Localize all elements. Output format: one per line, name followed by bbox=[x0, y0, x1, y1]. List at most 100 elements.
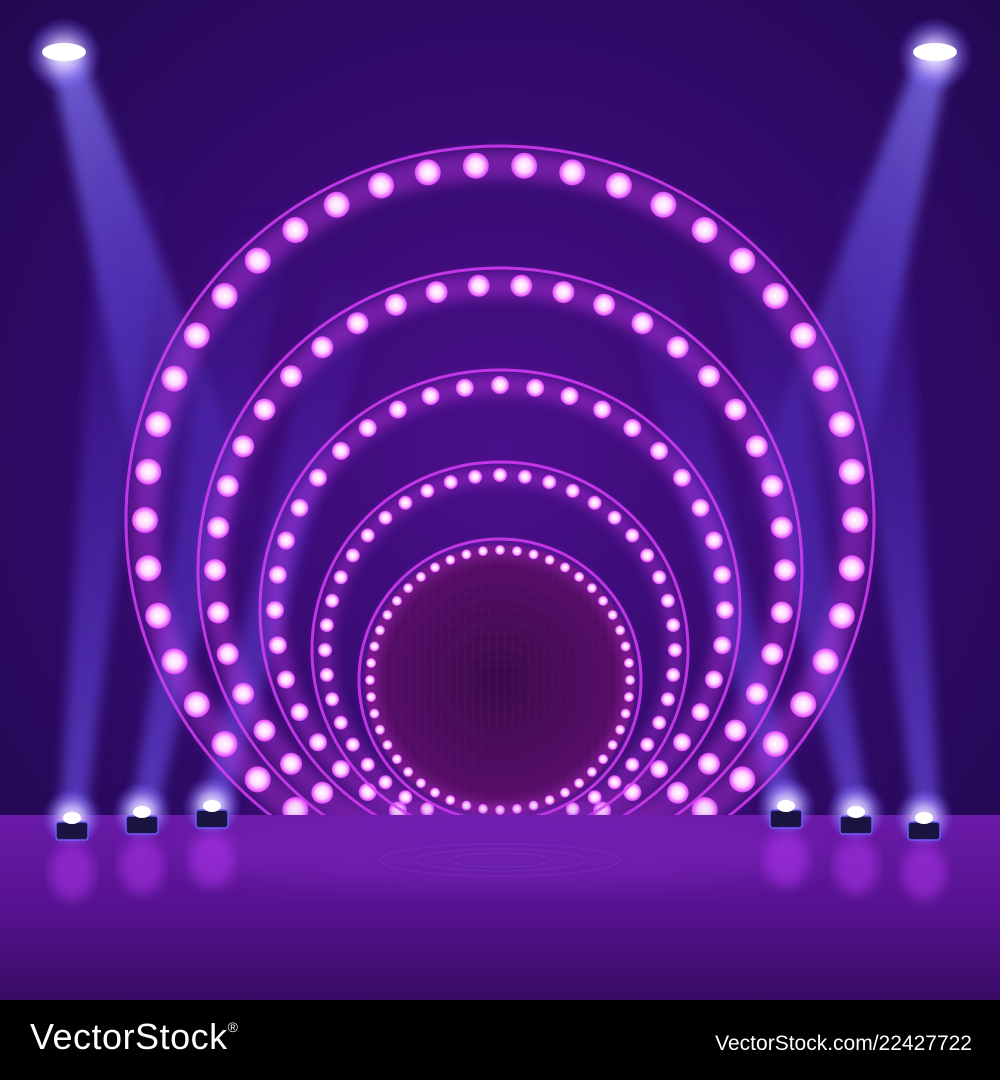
bulb bbox=[623, 658, 634, 668]
bulb bbox=[403, 583, 414, 594]
bulb bbox=[277, 531, 295, 550]
watermark-footer: VectorStock® VectorStock.com/22427722 bbox=[0, 1000, 1000, 1080]
bulb bbox=[605, 172, 632, 199]
bulb bbox=[461, 800, 472, 811]
bulb bbox=[268, 565, 287, 584]
bulb bbox=[607, 610, 618, 620]
bulb bbox=[211, 731, 238, 757]
bulb bbox=[391, 754, 402, 765]
bulb bbox=[691, 217, 718, 243]
bulb bbox=[790, 691, 817, 718]
bulb bbox=[697, 752, 720, 775]
bulb bbox=[232, 682, 255, 705]
bulb bbox=[161, 365, 188, 392]
bulb bbox=[544, 554, 555, 565]
bulb bbox=[660, 692, 675, 707]
bulb bbox=[374, 625, 385, 636]
bulb bbox=[586, 583, 597, 594]
bulb bbox=[640, 737, 655, 752]
bulb bbox=[528, 549, 539, 560]
bulb bbox=[652, 715, 667, 730]
bulb bbox=[691, 703, 710, 722]
bulb bbox=[290, 498, 309, 517]
bulb bbox=[369, 708, 380, 719]
bulb bbox=[625, 675, 635, 685]
bulb bbox=[266, 601, 284, 619]
bulb bbox=[398, 495, 413, 510]
bulb bbox=[421, 387, 440, 405]
bulb bbox=[253, 398, 276, 421]
bulb bbox=[358, 783, 377, 801]
bulb bbox=[145, 602, 172, 629]
bulb bbox=[593, 293, 616, 316]
bulb bbox=[761, 475, 784, 497]
bulb bbox=[365, 675, 375, 685]
bulb bbox=[378, 775, 393, 790]
bulb bbox=[360, 528, 375, 543]
bulb bbox=[512, 546, 522, 557]
bulb bbox=[280, 365, 303, 388]
bulb bbox=[325, 692, 340, 707]
bulb bbox=[346, 312, 369, 335]
spotlight-top-left bbox=[26, 17, 102, 93]
bulb bbox=[761, 643, 784, 665]
bulb bbox=[455, 378, 474, 397]
bulb bbox=[623, 692, 634, 702]
bulb bbox=[461, 549, 472, 560]
bulb bbox=[511, 152, 538, 179]
bulb bbox=[282, 217, 309, 243]
floor-glow bbox=[170, 810, 830, 890]
bulb bbox=[560, 562, 570, 573]
bulb bbox=[309, 733, 327, 752]
bulb bbox=[311, 336, 334, 359]
image-id: VectorStock.com/22427722 bbox=[715, 1032, 972, 1055]
stage-scene bbox=[0, 0, 1000, 1000]
bulb bbox=[598, 754, 609, 765]
bulb bbox=[318, 643, 332, 657]
bulb bbox=[666, 336, 689, 359]
bulb bbox=[478, 546, 488, 557]
bulb bbox=[724, 398, 747, 421]
bulb bbox=[713, 565, 732, 584]
bulb bbox=[673, 733, 691, 752]
bulb bbox=[319, 618, 334, 633]
bulb bbox=[762, 283, 789, 309]
bulb bbox=[790, 322, 817, 349]
bulb bbox=[666, 781, 689, 804]
bulb bbox=[445, 554, 456, 565]
bulb bbox=[358, 419, 377, 437]
bulb bbox=[132, 507, 158, 533]
bulb bbox=[615, 724, 626, 735]
bulb bbox=[333, 570, 348, 585]
bulb bbox=[366, 658, 377, 668]
bulb bbox=[838, 555, 865, 582]
bulb bbox=[311, 781, 334, 804]
bulb bbox=[705, 531, 723, 550]
bulb bbox=[369, 641, 380, 652]
bulb bbox=[666, 667, 681, 682]
bulb bbox=[697, 365, 720, 388]
bulb bbox=[828, 602, 855, 629]
bulb bbox=[325, 593, 340, 608]
logo-text: VectorStock bbox=[30, 1016, 228, 1057]
bulb bbox=[729, 766, 756, 793]
bulb bbox=[374, 724, 385, 735]
bulb bbox=[650, 191, 677, 218]
bulb bbox=[211, 283, 238, 309]
bulb bbox=[668, 643, 682, 657]
bulb bbox=[560, 387, 579, 405]
bulb bbox=[650, 760, 669, 779]
bulb bbox=[183, 691, 210, 718]
bulb bbox=[586, 766, 597, 777]
bulb bbox=[623, 783, 642, 801]
bulb bbox=[232, 435, 255, 458]
bulb bbox=[620, 641, 631, 652]
bulb bbox=[729, 247, 756, 274]
bulb bbox=[135, 458, 162, 485]
bulb bbox=[716, 601, 734, 619]
bulb bbox=[652, 570, 667, 585]
bulb bbox=[625, 528, 640, 543]
bulb bbox=[207, 516, 230, 539]
bulb bbox=[812, 648, 839, 675]
bulb bbox=[462, 152, 489, 179]
